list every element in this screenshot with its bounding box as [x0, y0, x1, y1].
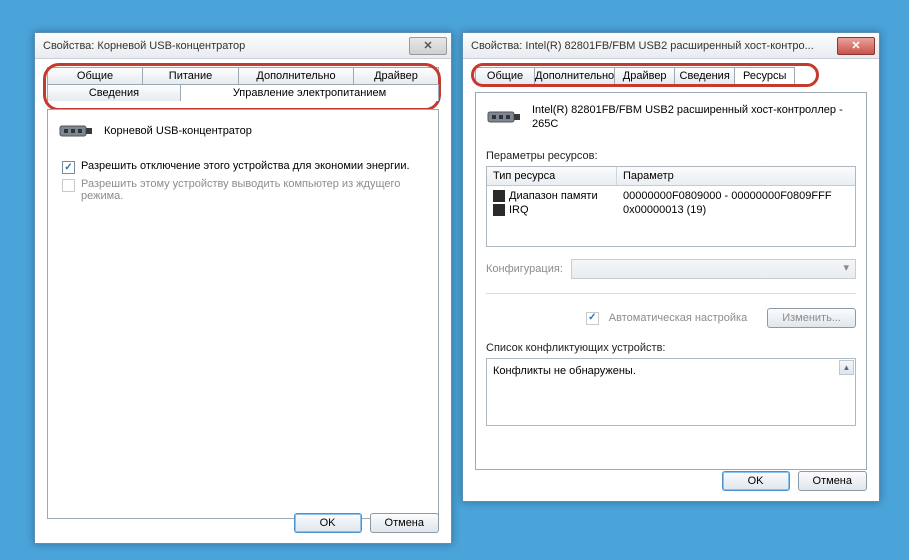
ok-button[interactable]: OK	[294, 513, 362, 533]
properties-window-right: Свойства: Intel(R) 82801FB/FBM USB2 расш…	[462, 32, 880, 502]
checkbox-allow-wake	[62, 179, 75, 192]
auto-config-label: Автоматическая настройка	[609, 312, 747, 324]
ok-button[interactable]: OK	[722, 471, 790, 491]
scroll-up-button[interactable]: ▲	[839, 360, 854, 375]
tab-panel: Корневой USB-концентратор Разрешить откл…	[47, 109, 439, 519]
conflict-text: Конфликты не обнаружены.	[493, 365, 636, 377]
tab-details[interactable]: Сведения	[47, 84, 181, 101]
tab-general[interactable]: Общие	[475, 67, 535, 84]
resource-params-label: Пераметры ресурсов:	[486, 150, 856, 162]
tab-panel: Intel(R) 82801FB/FBM USB2 расширенный хо…	[475, 92, 867, 470]
window-title: Свойства: Intel(R) 82801FB/FBM USB2 расш…	[471, 40, 837, 52]
checkbox-label: Разрешить этому устройству выводить комп…	[81, 178, 428, 202]
close-icon: ✕	[423, 39, 432, 52]
config-label: Конфигурация:	[486, 263, 563, 275]
config-dropdown	[571, 259, 856, 279]
tab-general[interactable]: Общие	[47, 67, 143, 84]
close-button[interactable]: ✕	[837, 37, 875, 55]
tab-driver[interactable]: Драйвер	[615, 67, 675, 84]
device-name: Корневой USB-концентратор	[104, 125, 252, 137]
separator	[486, 293, 856, 294]
table-row[interactable]: Диапазон памяти 00000000F0809000 - 00000…	[487, 189, 855, 203]
column-header-type[interactable]: Тип ресурса	[487, 167, 617, 185]
memory-icon	[493, 190, 505, 202]
checkbox-label: Разрешить отключение этого устройства дл…	[81, 160, 410, 172]
tab-power[interactable]: Питание	[143, 67, 239, 84]
irq-icon	[493, 204, 505, 216]
resources-table: Тип ресурса Параметр Диапазон памяти 000…	[486, 166, 856, 247]
tab-details[interactable]: Сведения	[675, 67, 735, 84]
cancel-button[interactable]: Отмена	[370, 513, 439, 533]
conflict-list: Конфликты не обнаружены. ▲	[486, 358, 856, 426]
close-button[interactable]: ✕	[409, 37, 447, 55]
titlebar: Свойства: Intel(R) 82801FB/FBM USB2 расш…	[463, 33, 879, 59]
device-name: Intel(R) 82801FB/FBM USB2 расширенный хо…	[532, 103, 856, 132]
close-icon: ✕	[851, 39, 860, 52]
tab-driver[interactable]: Драйвер	[354, 67, 439, 84]
tab-power-management[interactable]: Управление электропитанием	[181, 84, 439, 101]
table-row[interactable]: IRQ 0x00000013 (19)	[487, 203, 855, 217]
tab-advanced[interactable]: Дополнительно	[239, 67, 354, 84]
usb-hub-icon	[58, 120, 94, 142]
column-header-param[interactable]: Параметр	[617, 167, 855, 185]
tab-advanced[interactable]: Дополнительно	[535, 67, 615, 84]
checkbox-auto-config	[586, 312, 599, 325]
tab-resources[interactable]: Ресурсы	[735, 67, 795, 84]
cancel-button[interactable]: Отмена	[798, 471, 867, 491]
window-title: Свойства: Корневой USB-концентратор	[43, 40, 409, 52]
usb-controller-icon	[486, 106, 522, 128]
titlebar: Свойства: Корневой USB-концентратор ✕	[35, 33, 451, 59]
checkbox-allow-turnoff[interactable]	[62, 161, 75, 174]
properties-window-left: Свойства: Корневой USB-концентратор ✕ Об…	[34, 32, 452, 544]
conflict-label: Список конфликтующих устройств:	[486, 342, 856, 354]
change-button: Изменить...	[767, 308, 856, 328]
